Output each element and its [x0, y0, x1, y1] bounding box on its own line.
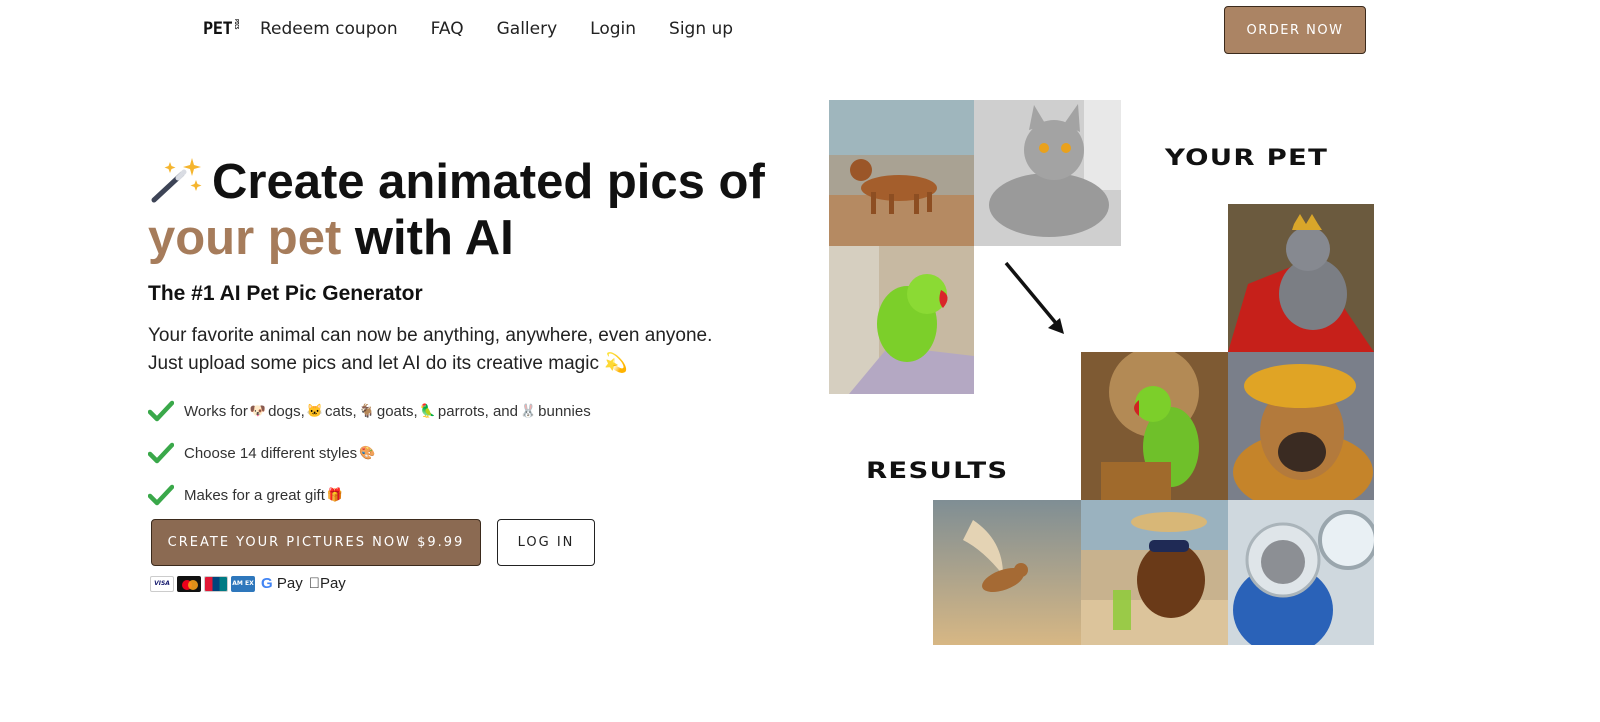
cat-emoji-icon: 🐱 [306, 403, 323, 418]
nav-link-faq[interactable]: FAQ [431, 19, 464, 39]
nav-link-redeem-coupon[interactable]: Redeem coupon [260, 19, 398, 39]
hero-title: Create animated pics of your pet with AI [148, 154, 788, 266]
result-photo-astronaut-cat [1228, 500, 1374, 645]
magic-wand-icon [151, 158, 202, 203]
feature-list: Works for 🐶 dogs, 🐱 cats, 🐐 goats, 🦜 par… [148, 390, 591, 516]
nav-link-login[interactable]: Login [590, 19, 636, 39]
gift-emoji-icon: 🎁 [326, 487, 344, 502]
feature-item-animals: Works for 🐶 dogs, 🐱 cats, 🐐 goats, 🦜 par… [148, 390, 591, 432]
result-photo-beret-dog [1228, 352, 1374, 500]
your-pet-label: YOUR PET [1165, 146, 1329, 171]
result-photo-fancy-parrot [1081, 352, 1228, 500]
pet-photo-grey-cat [974, 100, 1121, 246]
result-photo-flying-dog [933, 500, 1081, 645]
pet-photo-dog-beach [829, 100, 974, 246]
nav-link-sign-up[interactable]: Sign up [669, 19, 733, 39]
visa-icon: VISA [150, 575, 174, 592]
result-photo-king-cat [1228, 204, 1374, 352]
logo-subtext: PICS [233, 19, 240, 30]
result-photo-beach-dachshund [1081, 500, 1228, 645]
feature-item-styles: Choose 14 different styles 🎨 [148, 432, 591, 474]
hero-description: Your favorite animal can now be anything… [148, 325, 713, 374]
check-icon [148, 484, 174, 506]
order-now-button[interactable]: ORDER NOW [1224, 6, 1366, 54]
dog-emoji-icon: 🐶 [249, 403, 267, 418]
results-label: RESULTS [866, 459, 1009, 484]
check-icon [148, 442, 174, 464]
top-nav: PETPICS Redeem coupon FAQ Gallery Login … [0, 0, 1600, 60]
palette-emoji-icon: 🎨 [359, 445, 376, 460]
payment-methods: VISA AM EX G Pay Pay [150, 575, 346, 592]
parrot-emoji-icon: 🦜 [419, 403, 436, 418]
goat-emoji-icon: 🐐 [358, 403, 375, 418]
pet-photo-green-parrot [829, 246, 974, 394]
hero-title-accent: your pet [148, 211, 342, 265]
mastercard-icon [177, 575, 201, 592]
log-in-button[interactable]: LOG IN [497, 519, 595, 566]
down-right-arrow-icon [1004, 261, 1064, 334]
hero-title-part1: Create animated pics of [212, 155, 765, 209]
feature-item-gift: Makes for a great gift 🎁 [148, 474, 591, 516]
hero-title-part2: with AI [354, 211, 514, 265]
nav-link-gallery[interactable]: Gallery [497, 19, 558, 39]
site-logo[interactable]: PETPICS [203, 19, 239, 39]
hero-subtitle: The #1 AI Pet Pic Generator [148, 282, 423, 305]
check-icon [148, 400, 174, 422]
apple-pay-icon: Pay [308, 575, 346, 592]
nav-links: Redeem coupon FAQ Gallery Login Sign up [260, 19, 733, 39]
unionpay-icon [204, 575, 228, 592]
google-pay-icon: G Pay [261, 575, 303, 592]
amex-icon: AM EX [231, 575, 255, 592]
create-pictures-button[interactable]: CREATE YOUR PICTURES NOW $9.99 [151, 519, 481, 566]
bunny-emoji-icon: 🐰 [519, 403, 537, 418]
